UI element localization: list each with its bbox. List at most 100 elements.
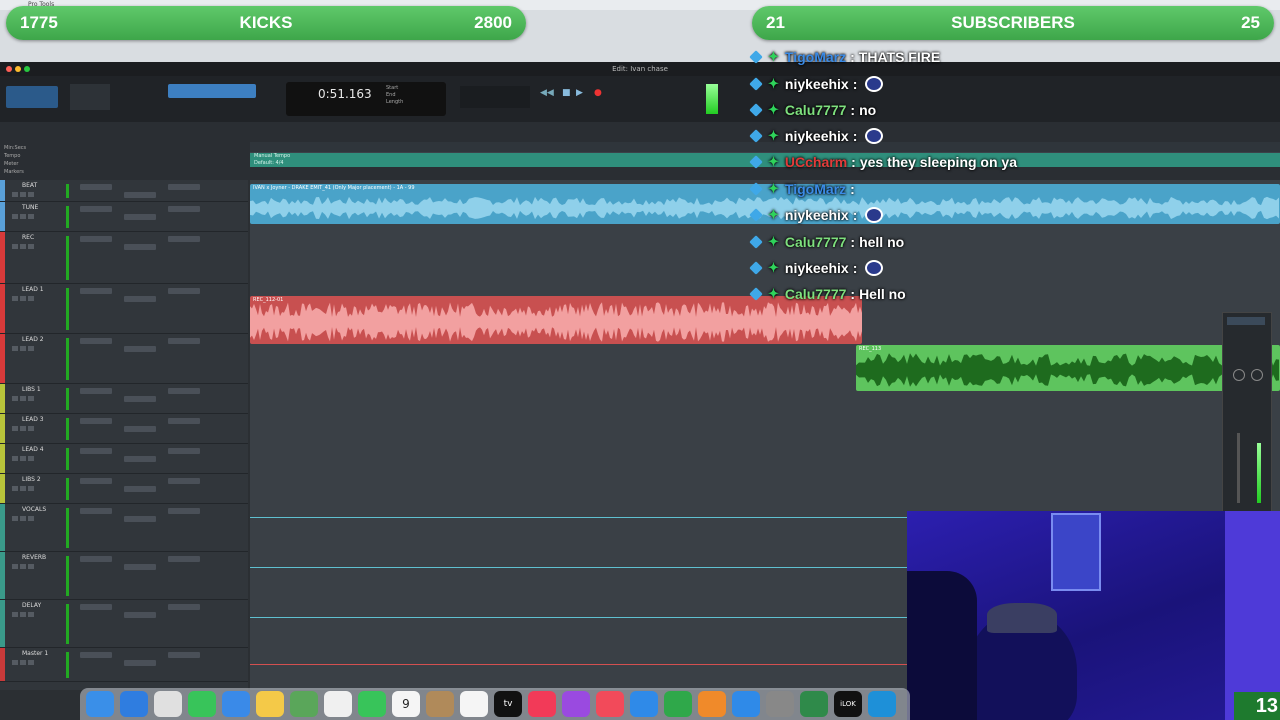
track-header-12[interactable]: Master 1: [0, 648, 248, 682]
appstore-icon[interactable]: [732, 691, 760, 717]
close-window-icon[interactable]: [6, 66, 12, 72]
track-solo-button[interactable]: [20, 214, 26, 219]
track-mute-button[interactable]: [28, 296, 34, 301]
track-solo-button[interactable]: [20, 296, 26, 301]
record-icon[interactable]: ●: [594, 88, 602, 98]
track-name[interactable]: LIBS 1: [22, 386, 41, 393]
insert-slot[interactable]: [124, 296, 156, 302]
track-name[interactable]: REC: [22, 234, 34, 241]
music-icon[interactable]: [528, 691, 556, 717]
track-solo-button[interactable]: [20, 346, 26, 351]
track-name[interactable]: LEAD 3: [22, 416, 44, 423]
insert-slot[interactable]: [124, 214, 156, 220]
insert-slot[interactable]: [124, 426, 156, 432]
insert-slot[interactable]: [80, 556, 112, 562]
insert-slot[interactable]: [168, 288, 200, 294]
track-mute-button[interactable]: [28, 456, 34, 461]
plugin-fader[interactable]: [1237, 433, 1240, 503]
insert-slot[interactable]: [80, 206, 112, 212]
insert-slot[interactable]: [124, 244, 156, 250]
mail-icon[interactable]: [222, 691, 250, 717]
insert-slot[interactable]: [168, 478, 200, 484]
track-header-2[interactable]: REC: [0, 232, 248, 284]
insert-slot[interactable]: [80, 288, 112, 294]
insert-slot[interactable]: [168, 338, 200, 344]
track-solo-button[interactable]: [20, 244, 26, 249]
track-header-6[interactable]: LEAD 3: [0, 414, 248, 444]
messages-icon[interactable]: [188, 691, 216, 717]
track-solo-button[interactable]: [20, 456, 26, 461]
track-mute-button[interactable]: [28, 396, 34, 401]
minimize-window-icon[interactable]: [15, 66, 21, 72]
track-rec-button[interactable]: [12, 214, 18, 219]
track-rec-button[interactable]: [12, 486, 18, 491]
track-mute-button[interactable]: [28, 244, 34, 249]
track-name[interactable]: LEAD 4: [22, 446, 44, 453]
insert-slot[interactable]: [80, 652, 112, 658]
insert-slot[interactable]: [168, 508, 200, 514]
notes-icon[interactable]: [256, 691, 284, 717]
track-header-4[interactable]: LEAD 2: [0, 334, 248, 384]
track-header-8[interactable]: LIBS 2: [0, 474, 248, 504]
insert-slot[interactable]: [80, 478, 112, 484]
track-header-1[interactable]: TUNE: [0, 202, 248, 232]
track-solo-button[interactable]: [20, 396, 26, 401]
insert-slot[interactable]: [124, 660, 156, 666]
track-mute-button[interactable]: [28, 516, 34, 521]
edit-mode-buttons[interactable]: [6, 86, 58, 108]
contacts-icon[interactable]: [426, 691, 454, 717]
track-solo-button[interactable]: [20, 516, 26, 521]
track-name[interactable]: REVERB: [22, 554, 46, 561]
insert-slot[interactable]: [80, 388, 112, 394]
launchpad-icon[interactable]: [154, 691, 182, 717]
insert-slot[interactable]: [124, 486, 156, 492]
track-solo-button[interactable]: [20, 660, 26, 665]
protools-icon[interactable]: [800, 691, 828, 717]
safari-icon[interactable]: [120, 691, 148, 717]
insert-slot[interactable]: [124, 456, 156, 462]
main-counter[interactable]: 0:51.163 Start End Length: [286, 82, 446, 116]
insert-slot[interactable]: [80, 184, 112, 190]
insert-slot[interactable]: [168, 206, 200, 212]
insert-slot[interactable]: [124, 192, 156, 198]
track-solo-button[interactable]: [20, 426, 26, 431]
track-header-11[interactable]: DELAY: [0, 600, 248, 648]
track-name[interactable]: LEAD 1: [22, 286, 44, 293]
track-solo-button[interactable]: [20, 486, 26, 491]
track-rec-button[interactable]: [12, 396, 18, 401]
track-mute-button[interactable]: [28, 346, 34, 351]
track-rec-button[interactable]: [12, 660, 18, 665]
track-header-0[interactable]: BEAT: [0, 180, 248, 202]
obs-icon[interactable]: [868, 691, 896, 717]
insert-slot[interactable]: [168, 388, 200, 394]
insert-slot[interactable]: [124, 564, 156, 570]
floating-plugin-window[interactable]: [1222, 312, 1272, 514]
insert-slot[interactable]: [124, 516, 156, 522]
track-rec-button[interactable]: [12, 346, 18, 351]
track-header-9[interactable]: VOCALS: [0, 504, 248, 552]
ilok-icon[interactable]: iLOK: [834, 691, 862, 717]
insert-slot[interactable]: [80, 338, 112, 344]
zoom-controls[interactable]: [70, 84, 110, 110]
track-solo-button[interactable]: [20, 564, 26, 569]
track-mute-button[interactable]: [28, 426, 34, 431]
photos-icon[interactable]: [324, 691, 352, 717]
maps-icon[interactable]: [290, 691, 318, 717]
track-header-3[interactable]: LEAD 1: [0, 284, 248, 334]
lead-audio-clip[interactable]: REC_113: [856, 345, 1280, 391]
facetime-icon[interactable]: [358, 691, 386, 717]
track-rec-button[interactable]: [12, 426, 18, 431]
calendar-icon[interactable]: 9: [392, 691, 420, 717]
track-header-7[interactable]: LEAD 4: [0, 444, 248, 474]
insert-slot[interactable]: [168, 652, 200, 658]
insert-slot[interactable]: [80, 418, 112, 424]
track-mute-button[interactable]: [28, 612, 34, 617]
pages-icon[interactable]: [698, 691, 726, 717]
insert-slot[interactable]: [80, 236, 112, 242]
track-rec-button[interactable]: [12, 612, 18, 617]
zoom-window-icon[interactable]: [24, 66, 30, 72]
keynote-icon[interactable]: [630, 691, 658, 717]
track-rec-button[interactable]: [12, 192, 18, 197]
plugin-knob-1[interactable]: [1233, 369, 1245, 381]
insert-slot[interactable]: [80, 508, 112, 514]
